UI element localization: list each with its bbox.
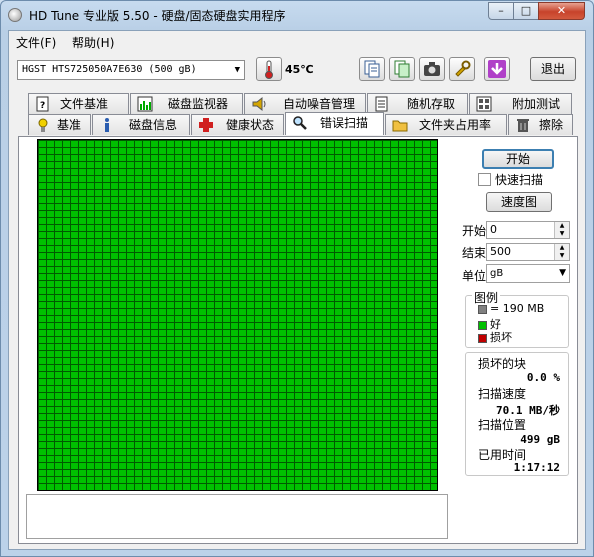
end-position-value: 500 bbox=[490, 245, 511, 258]
speaker-icon bbox=[252, 96, 266, 112]
options-button[interactable] bbox=[449, 57, 475, 81]
tab-folder-usage[interactable]: 文件夹占用率 bbox=[385, 114, 507, 135]
menu-help[interactable]: 帮助(H) bbox=[72, 34, 114, 51]
close-button[interactable]: ✕ bbox=[538, 2, 585, 20]
magnifier-icon bbox=[293, 116, 307, 130]
speed-map-button[interactable]: 速度图 bbox=[486, 192, 552, 212]
svg-text:?: ? bbox=[40, 101, 45, 111]
start-position-value: 0 bbox=[490, 223, 497, 236]
legend-damaged-text: 损坏 bbox=[490, 331, 512, 344]
client-area: 文件(F) 帮助(H) HGST HTS725050A7E630 (500 gB… bbox=[8, 30, 586, 550]
legend-box: 图例 = 190 MB 好 损坏 bbox=[465, 289, 569, 348]
temperature-button[interactable] bbox=[256, 57, 282, 81]
menu-bar: 文件(F) 帮助(H) bbox=[9, 31, 585, 51]
drive-dropdown-value: HGST HTS725050A7E630 (500 gB) bbox=[22, 64, 197, 75]
legend-damaged: 损坏 bbox=[478, 329, 512, 345]
damaged-blocks-value: 0.0 % bbox=[526, 371, 560, 384]
app-window: HD Tune 专业版 5.50 - 硬盘/固态硬盘实用程序 – □ ✕ 文件(… bbox=[0, 0, 594, 557]
end-position-input[interactable]: 500 ▲ ▼ bbox=[486, 243, 570, 261]
tab-disk-monitor-label: 磁盘监视器 bbox=[168, 97, 229, 111]
thermometer-icon bbox=[265, 60, 273, 79]
legend-block-size-text: = 190 MB bbox=[490, 302, 545, 315]
tab-error-scan[interactable]: 错误扫描 bbox=[285, 112, 384, 135]
drive-dropdown[interactable]: HGST HTS725050A7E630 (500 gB) ▼ bbox=[17, 60, 245, 80]
block-swatch-icon bbox=[478, 304, 487, 314]
trash-icon bbox=[517, 119, 529, 132]
error-scan-panel: 开始 快速扫描 速度图 开始 0 ▲ ▼ 结束 500 ▲ ▼ 单位 gB ▼ 图例 bbox=[18, 136, 578, 544]
legend-block-size: = 190 MB bbox=[478, 302, 544, 315]
chevron-down-icon: ▼ bbox=[559, 268, 566, 278]
tab-file-benchmark-label: 文件基准 bbox=[60, 97, 109, 111]
scan-stats-box: 损坏的块 0.0 % 扫描速度 70.1 MB/秒 扫描位置 499 gB 已用… bbox=[465, 352, 569, 476]
tab-disk-info-label: 磁盘信息 bbox=[129, 118, 178, 132]
copy-text-icon bbox=[364, 60, 380, 78]
copy-screenshot-button[interactable] bbox=[389, 57, 415, 81]
tab-extra-tests[interactable]: 附加测试 bbox=[469, 93, 572, 114]
tab-benchmark[interactable]: 基准 bbox=[28, 114, 91, 135]
copy-info-button[interactable] bbox=[359, 57, 385, 81]
file-benchmark-icon: ? bbox=[36, 96, 49, 112]
quick-scan-label: 快速扫描 bbox=[495, 173, 544, 187]
chevron-down-icon: ▼ bbox=[234, 65, 240, 75]
unit-dropdown-value: gB bbox=[490, 268, 504, 279]
damaged-blocks-label: 损坏的块 bbox=[478, 357, 527, 371]
unit-field-label: 单位 bbox=[462, 269, 487, 283]
block-map-grid bbox=[37, 139, 438, 491]
scan-speed-label: 扫描速度 bbox=[478, 387, 527, 401]
tab-disk-info[interactable]: 磁盘信息 bbox=[92, 114, 190, 135]
tab-file-benchmark[interactable]: ? 文件基准 bbox=[28, 93, 129, 114]
unit-dropdown[interactable]: gB ▼ bbox=[486, 264, 570, 283]
random-access-icon bbox=[375, 96, 388, 112]
screenshot-button[interactable] bbox=[419, 57, 445, 81]
tab-disk-monitor[interactable]: 磁盘监视器 bbox=[130, 93, 243, 114]
tab-random-access-label: 随机存取 bbox=[407, 97, 456, 111]
tab-erase[interactable]: 擦除 bbox=[508, 114, 573, 135]
info-icon bbox=[105, 118, 109, 132]
scan-position-value: 499 gB bbox=[520, 433, 560, 446]
tab-erase-label: 擦除 bbox=[539, 118, 564, 132]
tab-error-scan-label: 错误扫描 bbox=[320, 116, 369, 130]
exit-button[interactable]: 退出 bbox=[530, 57, 576, 81]
save-button[interactable] bbox=[484, 57, 510, 81]
tab-health-label: 健康状态 bbox=[226, 118, 275, 132]
elapsed-time-value: 1:17:12 bbox=[513, 461, 560, 474]
quick-scan-checkbox[interactable] bbox=[478, 173, 491, 186]
benchmark-icon bbox=[38, 118, 48, 132]
scan-position-label: 扫描位置 bbox=[478, 418, 527, 432]
tab-folder-usage-label: 文件夹占用率 bbox=[419, 118, 492, 132]
hd-tune-app-icon bbox=[8, 8, 22, 22]
maximize-button[interactable]: □ bbox=[513, 2, 539, 20]
spin-arrows-icon[interactable]: ▲ ▼ bbox=[554, 222, 569, 238]
tab-benchmark-label: 基准 bbox=[57, 118, 82, 132]
download-arrow-icon bbox=[488, 60, 506, 78]
tab-aam[interactable]: 自动噪音管理 bbox=[244, 93, 366, 114]
tab-random-access[interactable]: 随机存取 bbox=[367, 93, 468, 114]
menu-file[interactable]: 文件(F) bbox=[16, 34, 56, 51]
title-bar[interactable]: HD Tune 专业版 5.50 - 硬盘/固态硬盘实用程序 – □ ✕ bbox=[1, 1, 593, 29]
toolbar: HGST HTS725050A7E630 (500 gB) ▼ 45℃ 退出 bbox=[9, 51, 585, 93]
disk-monitor-icon bbox=[137, 96, 153, 112]
spin-arrows-icon[interactable]: ▲ ▼ bbox=[554, 244, 569, 260]
end-field-label: 结束 bbox=[462, 246, 487, 260]
tab-extra-tests-label: 附加测试 bbox=[512, 97, 561, 111]
tab-aam-label: 自动噪音管理 bbox=[283, 97, 356, 111]
start-position-input[interactable]: 0 ▲ ▼ bbox=[486, 221, 570, 239]
minimize-button[interactable]: – bbox=[488, 2, 514, 20]
start-field-label: 开始 bbox=[462, 224, 487, 238]
temperature-readout: 45℃ bbox=[285, 63, 314, 76]
tab-health[interactable]: 健康状态 bbox=[191, 114, 284, 135]
window-title: HD Tune 专业版 5.50 - 硬盘/固态硬盘实用程序 bbox=[29, 9, 286, 23]
health-cross-icon bbox=[199, 118, 213, 132]
camera-icon bbox=[424, 62, 440, 76]
log-textbox[interactable] bbox=[26, 494, 448, 539]
folder-icon bbox=[392, 120, 408, 132]
wrench-tools-icon bbox=[455, 60, 471, 77]
extra-tests-icon bbox=[476, 96, 492, 112]
damaged-swatch-icon bbox=[478, 333, 487, 343]
start-scan-button[interactable]: 开始 bbox=[482, 149, 554, 169]
copy-green-icon bbox=[394, 60, 410, 78]
